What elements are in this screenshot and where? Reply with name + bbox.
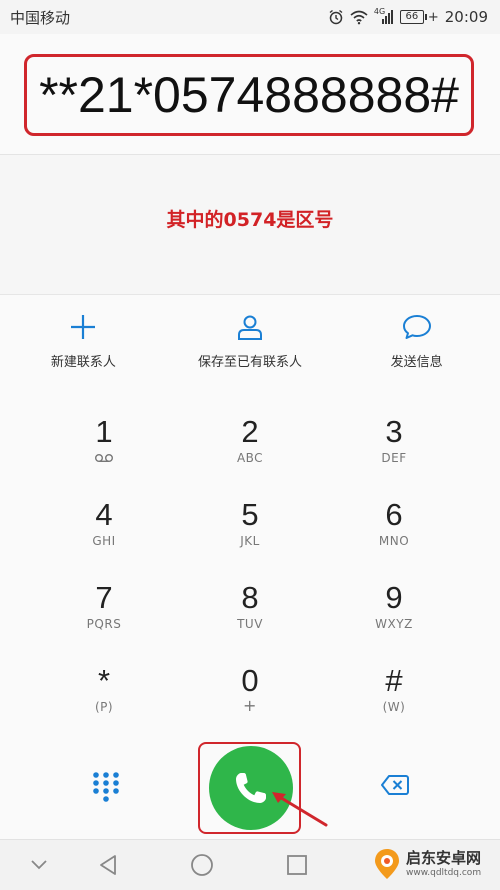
key-digit: 5 [241, 497, 259, 532]
key-0[interactable]: 0 + [167, 640, 333, 723]
watermark-title: 启东安卓网 [406, 848, 482, 867]
watermark-logo [375, 849, 399, 879]
key-letters: TUV [237, 617, 263, 631]
key-2[interactable]: 2 ABC [167, 391, 333, 474]
key-letters: MNO [378, 534, 410, 548]
dialpad-toggle-icon[interactable] [88, 769, 124, 805]
key-1[interactable]: 1 [21, 391, 187, 474]
key-digit: 7 [95, 580, 113, 615]
key-4[interactable]: 4 GHI [21, 474, 187, 557]
watermark-url: www.qdltdq.com [406, 867, 482, 878]
key-5[interactable]: 5 JKL [167, 474, 333, 557]
key-digit: 1 [95, 414, 113, 449]
dialed-number[interactable]: **21*0574888888# [39, 66, 459, 124]
key-hash[interactable]: # (W) [311, 640, 477, 723]
suggestion-area: 其中的0574是区号 [0, 154, 500, 295]
battery-tip [424, 14, 427, 20]
key-7[interactable]: 7 PQRS [21, 557, 187, 640]
key-3[interactable]: 3 DEF [311, 391, 477, 474]
key-digit: 4 [95, 497, 113, 532]
number-highlight-box: **21*0574888888# [24, 54, 474, 136]
recents-icon[interactable] [286, 854, 308, 876]
number-display-area: **21*0574888888# [0, 34, 500, 154]
key-star[interactable]: * (P) [21, 640, 187, 723]
call-controls [0, 737, 500, 839]
key-digit: 6 [385, 497, 403, 532]
key-letters: JKL [240, 534, 260, 548]
new-contact-button[interactable]: 新建联系人 [0, 295, 167, 391]
status-bar: 中国移动 4G 66 + 20:09 [0, 0, 500, 34]
key-letters: (W) [382, 700, 406, 714]
back-icon[interactable] [97, 854, 119, 876]
key-digit: 9 [385, 580, 403, 615]
key-letters: (P) [94, 700, 114, 714]
contact-actions: 新建联系人 保存至已有联系人 发送信息 [0, 294, 500, 392]
key-6[interactable]: 6 MNO [311, 474, 477, 557]
key-letters: PQRS [86, 617, 122, 631]
dial-keypad: 1 2 ABC 3 DEF 4 GHI 5 JKL 6 MNO 7 PQRS 8… [0, 391, 500, 737]
battery-level: 66 [399, 10, 424, 24]
status-icons: 4G 66 + 20:09 [328, 6, 488, 28]
battery-indicator: 66 + [399, 9, 439, 25]
key-letters: DEF [381, 451, 407, 465]
backspace-icon[interactable] [380, 774, 410, 796]
key-digit: 3 [385, 414, 403, 449]
key-letters: + [243, 696, 257, 715]
annotation-text: 其中的0574是区号 [166, 209, 334, 231]
save-to-existing-label: 保存至已有联系人 [198, 355, 303, 370]
new-contact-label: 新建联系人 [50, 355, 116, 370]
key-digit: 2 [241, 414, 259, 449]
save-to-existing-contact-button[interactable]: 保存至已有联系人 [167, 295, 334, 391]
key-digit: 0 [241, 663, 259, 698]
plus-icon [71, 315, 96, 339]
phone-icon [236, 773, 266, 803]
key-digit: # [385, 663, 403, 698]
carrier-name: 中国移动 [10, 9, 71, 27]
send-message-label: 发送信息 [390, 355, 443, 370]
voicemail-icon [95, 454, 113, 462]
key-9[interactable]: 9 WXYZ [311, 557, 477, 640]
key-letters: WXYZ [375, 617, 413, 631]
key-digit: 8 [241, 580, 259, 615]
key-8[interactable]: 8 TUV [167, 557, 333, 640]
hide-keyboard-icon[interactable] [30, 859, 48, 871]
network-type: 4G [373, 7, 386, 16]
wifi-icon [350, 10, 368, 24]
pointer-arrow-icon [272, 792, 328, 827]
watermark: 启东安卓网 www.qdltdq.com [372, 848, 481, 880]
send-message-button[interactable]: 发送信息 [333, 295, 500, 391]
key-letters: ABC [236, 451, 264, 465]
signal-indicator: 4G [373, 7, 394, 24]
message-icon [402, 315, 431, 339]
home-icon[interactable] [190, 853, 214, 877]
alarm-icon [329, 9, 343, 25]
key-digit: * [97, 663, 111, 698]
person-icon [238, 315, 262, 340]
clock: 20:09 [444, 8, 488, 26]
charging-icon: + [427, 9, 439, 25]
key-letters: GHI [92, 534, 116, 548]
